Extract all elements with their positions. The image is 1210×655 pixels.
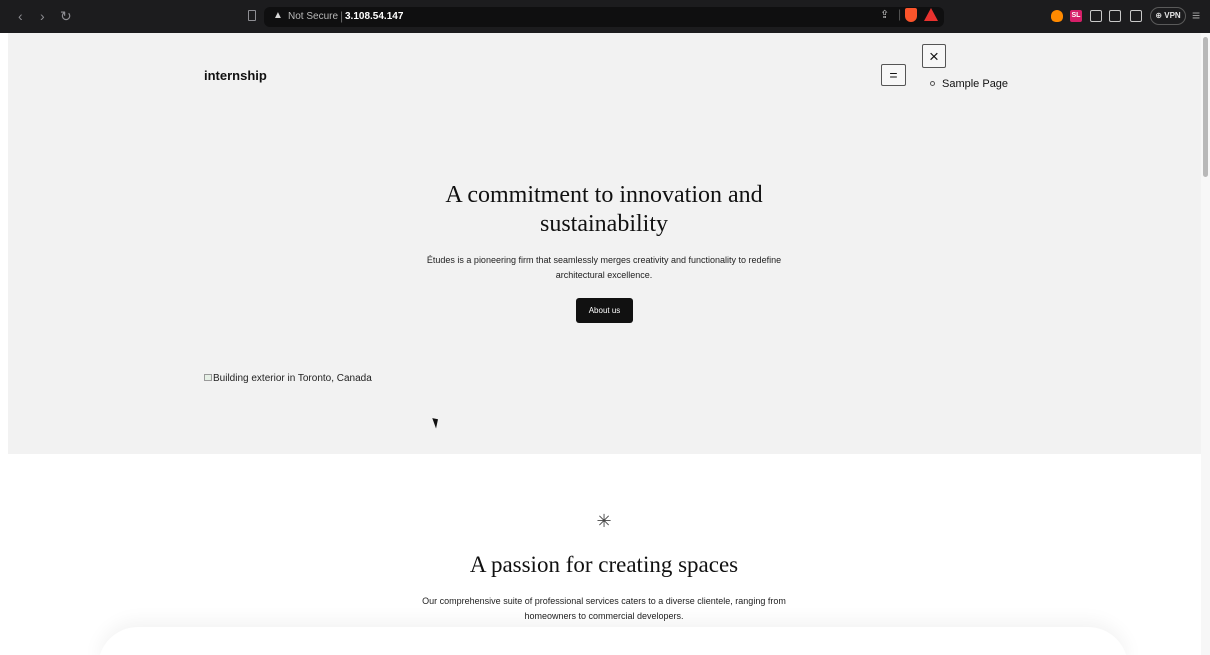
warning-icon: ▲ xyxy=(273,10,283,21)
list-bullet-icon xyxy=(930,80,935,86)
hero-section: internship = × Sample Page A commitment … xyxy=(8,33,1201,454)
security-label[interactable]: Not Secure xyxy=(288,11,338,22)
menu-close-button[interactable]: × xyxy=(922,44,946,68)
hero-heading: A commitment to innovation and sustainab… xyxy=(445,182,763,237)
toolbar-separator: | xyxy=(898,7,902,21)
vpn-button[interactable]: ⊕ VPN xyxy=(1150,7,1186,25)
page-viewport: internship = × Sample Page A commitment … xyxy=(8,33,1201,655)
about-us-button[interactable]: About us xyxy=(576,298,633,323)
reload-icon[interactable]: ↻ xyxy=(60,8,72,24)
url-host[interactable]: 3.108.54.147 xyxy=(345,11,403,22)
menu-open-button[interactable]: = xyxy=(881,64,906,86)
extensions-puzzle-icon[interactable] xyxy=(1090,10,1102,22)
nav-item-sample-page[interactable]: Sample Page xyxy=(930,78,1008,90)
sl-extension-icon[interactable]: SL xyxy=(1070,10,1082,22)
back-icon[interactable]: ‹ xyxy=(18,8,23,24)
services-card xyxy=(98,627,1128,655)
url-separator: | xyxy=(340,9,344,23)
sidebar-toggle-icon[interactable] xyxy=(1109,10,1121,22)
asterisk-icon: ✳ xyxy=(596,511,612,531)
nav-item-label[interactable]: Sample Page xyxy=(942,78,1008,90)
site-title[interactable]: internship xyxy=(204,68,267,83)
forward-icon[interactable]: › xyxy=(40,8,45,24)
page-scrollbar[interactable] xyxy=(1201,33,1210,655)
scrollbar-thumb[interactable] xyxy=(1203,37,1208,177)
bookmark-icon[interactable] xyxy=(248,10,256,21)
share-icon[interactable]: ⇪ xyxy=(880,8,889,21)
browser-toolbar: ‹ › ↻ ▲ Not Secure | 3.108.54.147 ⇪ | SL… xyxy=(0,0,1210,33)
mouse-cursor-icon xyxy=(432,416,441,429)
services-heading: A passion for creating spaces xyxy=(469,552,739,577)
address-bar[interactable]: ▲ Not Secure | 3.108.54.147 xyxy=(264,7,944,27)
hero-image-alt: Building exterior in Toronto, Canada xyxy=(213,373,372,384)
services-description: Our comprehensive suite of professional … xyxy=(422,596,786,621)
browser-menu-icon[interactable]: ≡ xyxy=(1192,7,1200,23)
brave-shield-icon[interactable] xyxy=(905,8,917,22)
broken-image-icon xyxy=(204,373,212,381)
flame-extension-icon[interactable] xyxy=(1051,10,1063,22)
hero-image: Building exterior in Toronto, Canada xyxy=(204,373,372,384)
hero-description: Études is a pioneering firm that seamles… xyxy=(426,255,782,280)
wallet-icon[interactable] xyxy=(1130,10,1142,22)
brave-rewards-icon[interactable] xyxy=(924,8,938,21)
